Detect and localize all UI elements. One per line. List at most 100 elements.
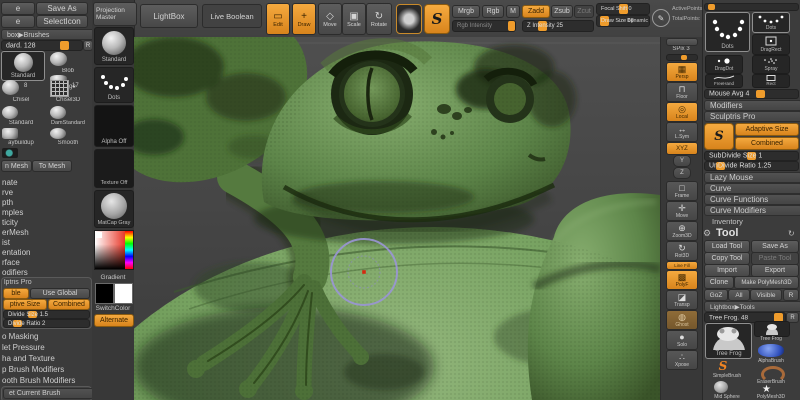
line-fill-tag[interactable]: Line Fill	[666, 261, 698, 270]
undivide-ratio-slider[interactable]: Divide Ratio 2	[3, 319, 90, 328]
sculptris-pro-section[interactable]: Sculptris Pro	[704, 111, 800, 122]
brush-menu-item[interactable]: rface	[2, 258, 20, 267]
goz-all-button[interactable]: All	[728, 289, 750, 301]
secondary-color-swatch[interactable]	[114, 283, 133, 304]
rotate-button[interactable]: ↻ Rotate	[366, 3, 392, 35]
z-intensity-slider[interactable]: Z Intensity 25	[522, 20, 594, 32]
stroke-thumb-spray[interactable]: Spray	[752, 55, 790, 74]
brush-thumb-smooth[interactable]	[50, 128, 66, 139]
tool-thumb-treefrog-small[interactable]	[754, 321, 790, 337]
current-stroke-thumb[interactable]: Dots	[94, 67, 134, 103]
brush-menu-item[interactable]: pth	[2, 198, 13, 207]
current-brush-bar[interactable]: et Current Brush	[3, 388, 94, 399]
slider-handle[interactable]	[707, 4, 715, 10]
main-color-swatch[interactable]	[95, 283, 114, 304]
move-button[interactable]: ◇ Move	[318, 3, 342, 35]
xyz-button[interactable]: XYZ	[666, 142, 698, 155]
stroke-thumb-dragdot[interactable]: DragDot	[705, 55, 743, 74]
modifiers-section[interactable]: Modifiers	[704, 100, 800, 111]
stroke-thumb-freehand[interactable]: FreeHand	[705, 74, 743, 88]
zoom3d-button[interactable]: ⊕ Zoom3D	[666, 221, 698, 241]
curve-modifiers-section[interactable]: Curve Modifiers	[704, 205, 800, 216]
lsym-button[interactable]: ↔ L.Sym	[666, 122, 698, 142]
frame-button[interactable]: □ Frame	[666, 181, 698, 201]
scale-button[interactable]: ▣ Scale	[342, 3, 366, 35]
texture-off-thumb[interactable]: Texture Off	[94, 149, 134, 188]
brush-menu-item[interactable]: erMesh	[2, 228, 29, 237]
tool-thumb-treefrog-big[interactable]: Tree Frog	[705, 323, 752, 359]
stroke-thumb-dots[interactable]: Dots	[752, 12, 790, 33]
zcut-button[interactable]: Zcut	[574, 5, 594, 18]
polyf-button[interactable]: ▩ PolyF	[666, 270, 698, 290]
stroke-thumb-dragrect[interactable]: DragRect	[752, 34, 790, 55]
stroke-inventory-slider[interactable]	[704, 3, 799, 11]
lightbox-tools-bar[interactable]: Lightbox▶Tools	[704, 301, 800, 312]
gradient-label[interactable]: Gradient	[92, 274, 134, 281]
brush-menu-item[interactable]: p Brush Modifiers	[2, 365, 64, 374]
curve-functions-section[interactable]: Curve Functions	[704, 194, 800, 205]
combined-button[interactable]: Combined	[48, 299, 90, 310]
mrgb-button[interactable]: Mrgb	[452, 5, 480, 18]
brush-thumb-claybuildup[interactable]	[2, 128, 18, 139]
tool-thumb-midsphere[interactable]	[714, 381, 728, 393]
live-boolean-button[interactable]: Live Boolean	[202, 4, 262, 28]
y-button[interactable]: Y	[673, 155, 691, 167]
rgb-button[interactable]: Rgb	[482, 5, 504, 18]
sculptris-brush-icon[interactable]: S	[704, 123, 734, 150]
zsub-button[interactable]: Zsub	[551, 5, 573, 18]
save-as-brush-button[interactable]: Save As	[36, 2, 88, 15]
ghost-button[interactable]: ◍ Ghost	[666, 310, 698, 330]
lightbox-button[interactable]: LightBox	[140, 4, 198, 28]
clone-brush-button[interactable]: e	[1, 15, 35, 28]
use-global-button[interactable]: Use Global	[30, 288, 90, 299]
alpha-preview[interactable]	[396, 4, 422, 34]
stylus-icon[interactable]: ✎	[652, 9, 670, 27]
move3d-button[interactable]: ✛ Move	[666, 201, 698, 221]
matcap-thumb[interactable]: MatCap Gray	[94, 190, 134, 228]
floor-button[interactable]: ⊓ Floor	[666, 82, 698, 102]
brush-menu-item[interactable]: ha and Texture	[2, 354, 55, 363]
brush-thumb-maskpen[interactable]	[2, 148, 18, 158]
brush-thumb-standard-big[interactable]: Standard	[1, 51, 45, 81]
spix-slider[interactable]	[666, 54, 698, 61]
make-polymesh3d-button[interactable]: Make PolyMesh3D	[734, 276, 799, 289]
brush-menu-item[interactable]: rve	[2, 188, 13, 197]
adaptive-size-button-right[interactable]: Adaptive Size	[735, 123, 799, 136]
brush-menu-item[interactable]: ticity	[2, 218, 18, 227]
transp-button[interactable]: ◪ Transp	[666, 290, 698, 310]
lazy-mouse-section[interactable]: Lazy Mouse	[704, 172, 800, 183]
tool-refresh-icon[interactable]: ↻	[788, 229, 795, 238]
stroke-thumb-rect[interactable]: Rect	[752, 74, 790, 88]
lightbox-brushes-bar[interactable]: box▶Brushes	[1, 29, 96, 40]
slider-handle[interactable]	[681, 55, 688, 60]
load-brush-button[interactable]: e	[1, 2, 35, 15]
combined-button-right[interactable]: Combined	[735, 137, 799, 150]
alternate-button[interactable]: Alternate	[94, 314, 134, 327]
slider-handle[interactable]	[756, 90, 766, 98]
sculptris-header[interactable]: lptris Pro	[4, 279, 32, 286]
brush-thumb-standard2[interactable]	[2, 106, 18, 119]
local-button[interactable]: ◎ Local	[666, 102, 698, 122]
brush-menu-item[interactable]: ist	[2, 238, 10, 247]
edit-button[interactable]: ▭ Edit	[266, 3, 290, 35]
brush-thumb-chisel[interactable]	[2, 80, 19, 95]
brush-thumb-blob[interactable]	[50, 52, 67, 66]
draw-button[interactable]: + Draw	[292, 3, 316, 35]
clone-tool-button[interactable]: Clone	[704, 276, 734, 289]
brush-menu-item[interactable]: let Pressure	[2, 343, 45, 352]
xpose-button[interactable]: ∴ Xpose	[666, 350, 698, 370]
slider-handle[interactable]	[59, 41, 69, 50]
switchcolor-label[interactable]: SwitchColor	[92, 305, 134, 312]
adaptive-size-button[interactable]: ptive Size	[3, 299, 47, 310]
subdivide-size-slider[interactable]: Divide Size 1.5	[3, 310, 90, 319]
m-button[interactable]: M	[506, 5, 520, 18]
draw-size-slider[interactable]: Draw Size 68 Dynamic	[596, 15, 650, 27]
alpha-off-thumb[interactable]: Alpha Off	[94, 105, 134, 147]
from-mesh-button[interactable]: n Mesh	[1, 160, 32, 172]
subdivide-size-slider-right[interactable]: SubDivide Size 1	[704, 151, 799, 161]
slider-handle[interactable]	[507, 21, 515, 31]
hue-strip[interactable]	[125, 231, 133, 269]
goz-visible-button[interactable]: Visible	[750, 289, 782, 301]
persp-button[interactable]: ▦ Persp	[666, 62, 698, 82]
solo-button[interactable]: ● Solo	[666, 330, 698, 350]
